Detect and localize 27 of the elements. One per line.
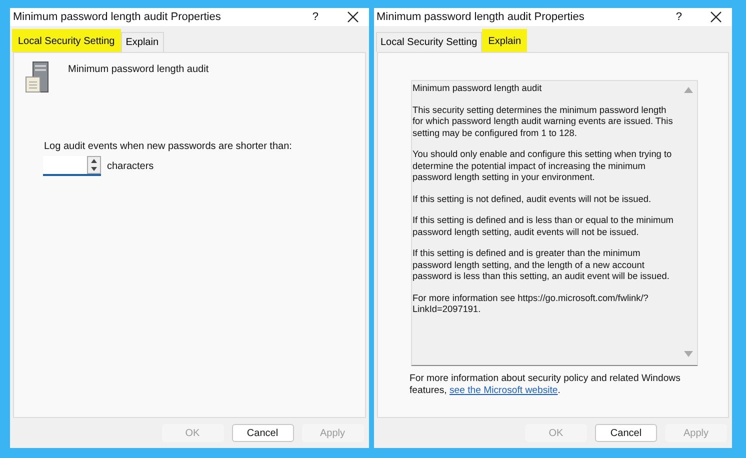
prompt-label: Log audit events when new passwords are shorter than: — [44, 141, 293, 152]
microsoft-website-link[interactable]: see the Microsoft website — [450, 384, 558, 396]
help-button[interactable]: ? — [676, 11, 682, 23]
explanation-paragraph: If this setting is defined and is greater than the minimum password length setting, and the length of a new account password is less than this setting, an audit event will be issued. — [412, 248, 670, 282]
spin-down-icon[interactable] — [88, 165, 100, 173]
explanation-paragraph: This security setting determines the minimum password length for which password length audit warning events are issued. This setting may be configured from 1 to 128. — [412, 104, 674, 139]
unit-label: characters — [107, 160, 154, 172]
policy-name: Minimum password length audit — [68, 64, 209, 75]
tab[interactable]: Local Security Setting — [12, 29, 121, 52]
number-spinbox[interactable] — [43, 156, 101, 176]
spin-up-icon[interactable] — [88, 157, 100, 165]
more-info-text: For more information about security policy and related Windows features, see the Microsoft website. — [410, 373, 682, 396]
dialog-button[interactable]: Cancel — [232, 424, 294, 442]
close-icon[interactable] — [710, 11, 722, 23]
window-title: Minimum password length audit Properties — [13, 11, 222, 23]
explanation-paragraph: Minimum password length audit — [412, 83, 543, 94]
tab[interactable]: Local Security Setting — [376, 32, 482, 52]
explanation-paragraph: If this setting is not defined, audit events will not be issued. — [412, 194, 652, 205]
tab[interactable]: Explain — [482, 29, 528, 52]
dialog-button[interactable]: Cancel — [595, 424, 657, 442]
close-icon[interactable] — [346, 11, 358, 23]
explanation-paragraph: You should only enable and configure this setting when trying to determine the potential impact of increasing the minimum password length setting in your environment. — [412, 149, 673, 184]
window-title: Minimum password length audit Properties — [376, 11, 586, 23]
help-button[interactable]: ? — [312, 11, 318, 23]
tab[interactable]: Explain — [120, 32, 164, 52]
explanation-paragraph: For more information see https://go.microsoft.com/fwlink/?LinkId=2097191. — [412, 292, 650, 316]
explanation-paragraph: If this setting is defined and is less than or equal to the minimum password length setting, audit events will not be issued. — [412, 215, 674, 238]
